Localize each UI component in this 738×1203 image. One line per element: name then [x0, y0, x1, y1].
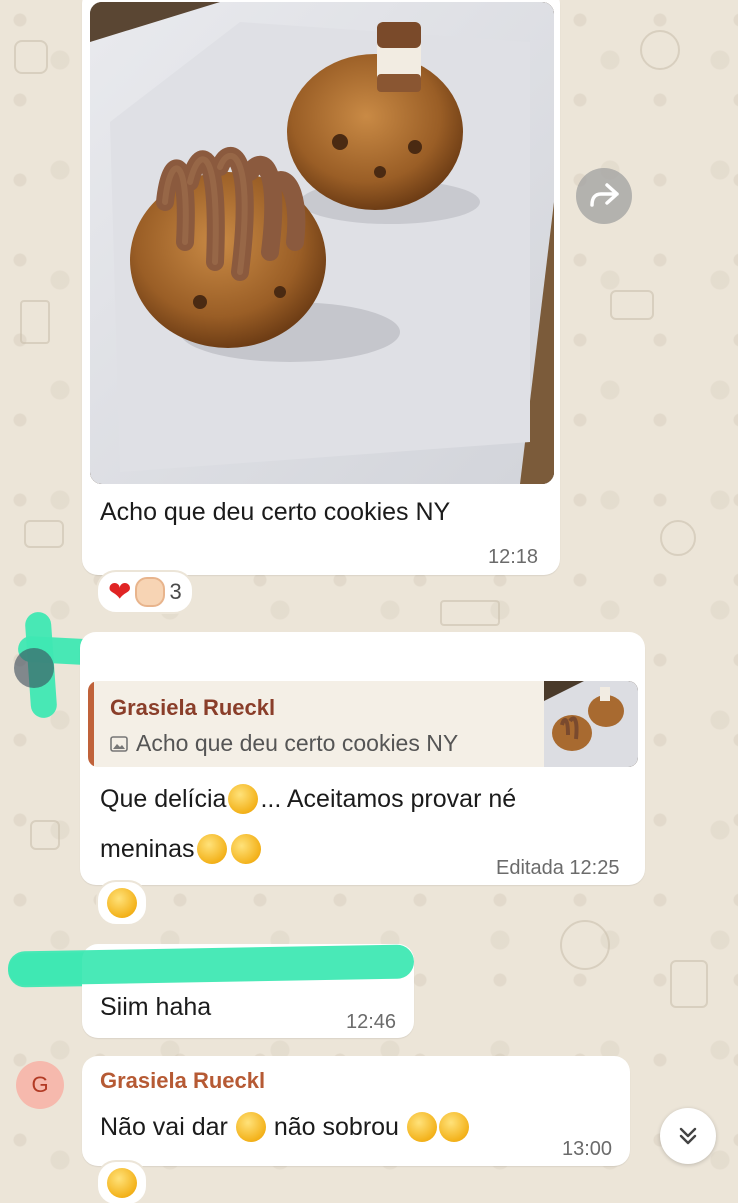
message-text: Siim haha [100, 993, 212, 1021]
red-heart-icon: ❤ [108, 576, 132, 607]
quoted-text: Acho que deu certo cookies NY [136, 730, 459, 756]
cookie-photo-image [90, 2, 554, 484]
edited-time: Editada 12:25 [496, 857, 620, 879]
grimacing-face-icon [235, 1112, 266, 1142]
hand-over-mouth-icon [196, 834, 227, 864]
quoted-message[interactable]: Grasiela Rueckl Acho que deu certo cooki… [88, 681, 638, 767]
reactions-bar[interactable]: ❤ 3 [96, 570, 194, 614]
quoted-thumbnail [544, 681, 638, 767]
image-icon [110, 735, 128, 752]
grinning-sweat-icon [438, 1112, 469, 1142]
avatar[interactable]: G [16, 1061, 64, 1109]
message-time: 13:00 [562, 1138, 613, 1160]
cookie-photo[interactable] [90, 2, 554, 484]
rolling-laughing-icon [226, 829, 265, 869]
reaction-count: 3 [169, 579, 182, 604]
forward-icon [590, 183, 619, 207]
yum-face-icon [228, 784, 259, 814]
clapping-hands-icon [135, 577, 166, 607]
redaction-mark [7, 944, 415, 986]
scroll-to-bottom-button[interactable] [660, 1108, 716, 1164]
quote-accent-bar [88, 681, 94, 767]
message-text-line-1: Que delícia ... Aceitamos provar né [100, 784, 517, 814]
message-time: 12:18 [488, 546, 539, 568]
quoted-sender-name: Grasiela Rueckl [110, 695, 276, 720]
message-caption: Acho que deu certo cookies NY [100, 498, 451, 526]
hand-over-mouth-icon [107, 888, 137, 918]
reactions-bar[interactable] [96, 880, 148, 926]
hand-over-mouth-icon [406, 1112, 437, 1142]
reactions-bar[interactable] [96, 1160, 148, 1203]
forward-button[interactable] [576, 168, 632, 224]
message-text-line-2: meninas [100, 829, 265, 869]
quoted-text-row: Acho que deu certo cookies NY [110, 730, 458, 757]
avatar[interactable] [14, 648, 54, 688]
message-text: Não vai dar não sobrou [100, 1112, 469, 1142]
sender-name[interactable]: Grasiela Rueckl [100, 1068, 265, 1094]
chevron-double-down-icon [679, 1127, 697, 1145]
message-time: 12:46 [346, 1011, 397, 1033]
face-with-hand-icon [107, 1168, 137, 1198]
